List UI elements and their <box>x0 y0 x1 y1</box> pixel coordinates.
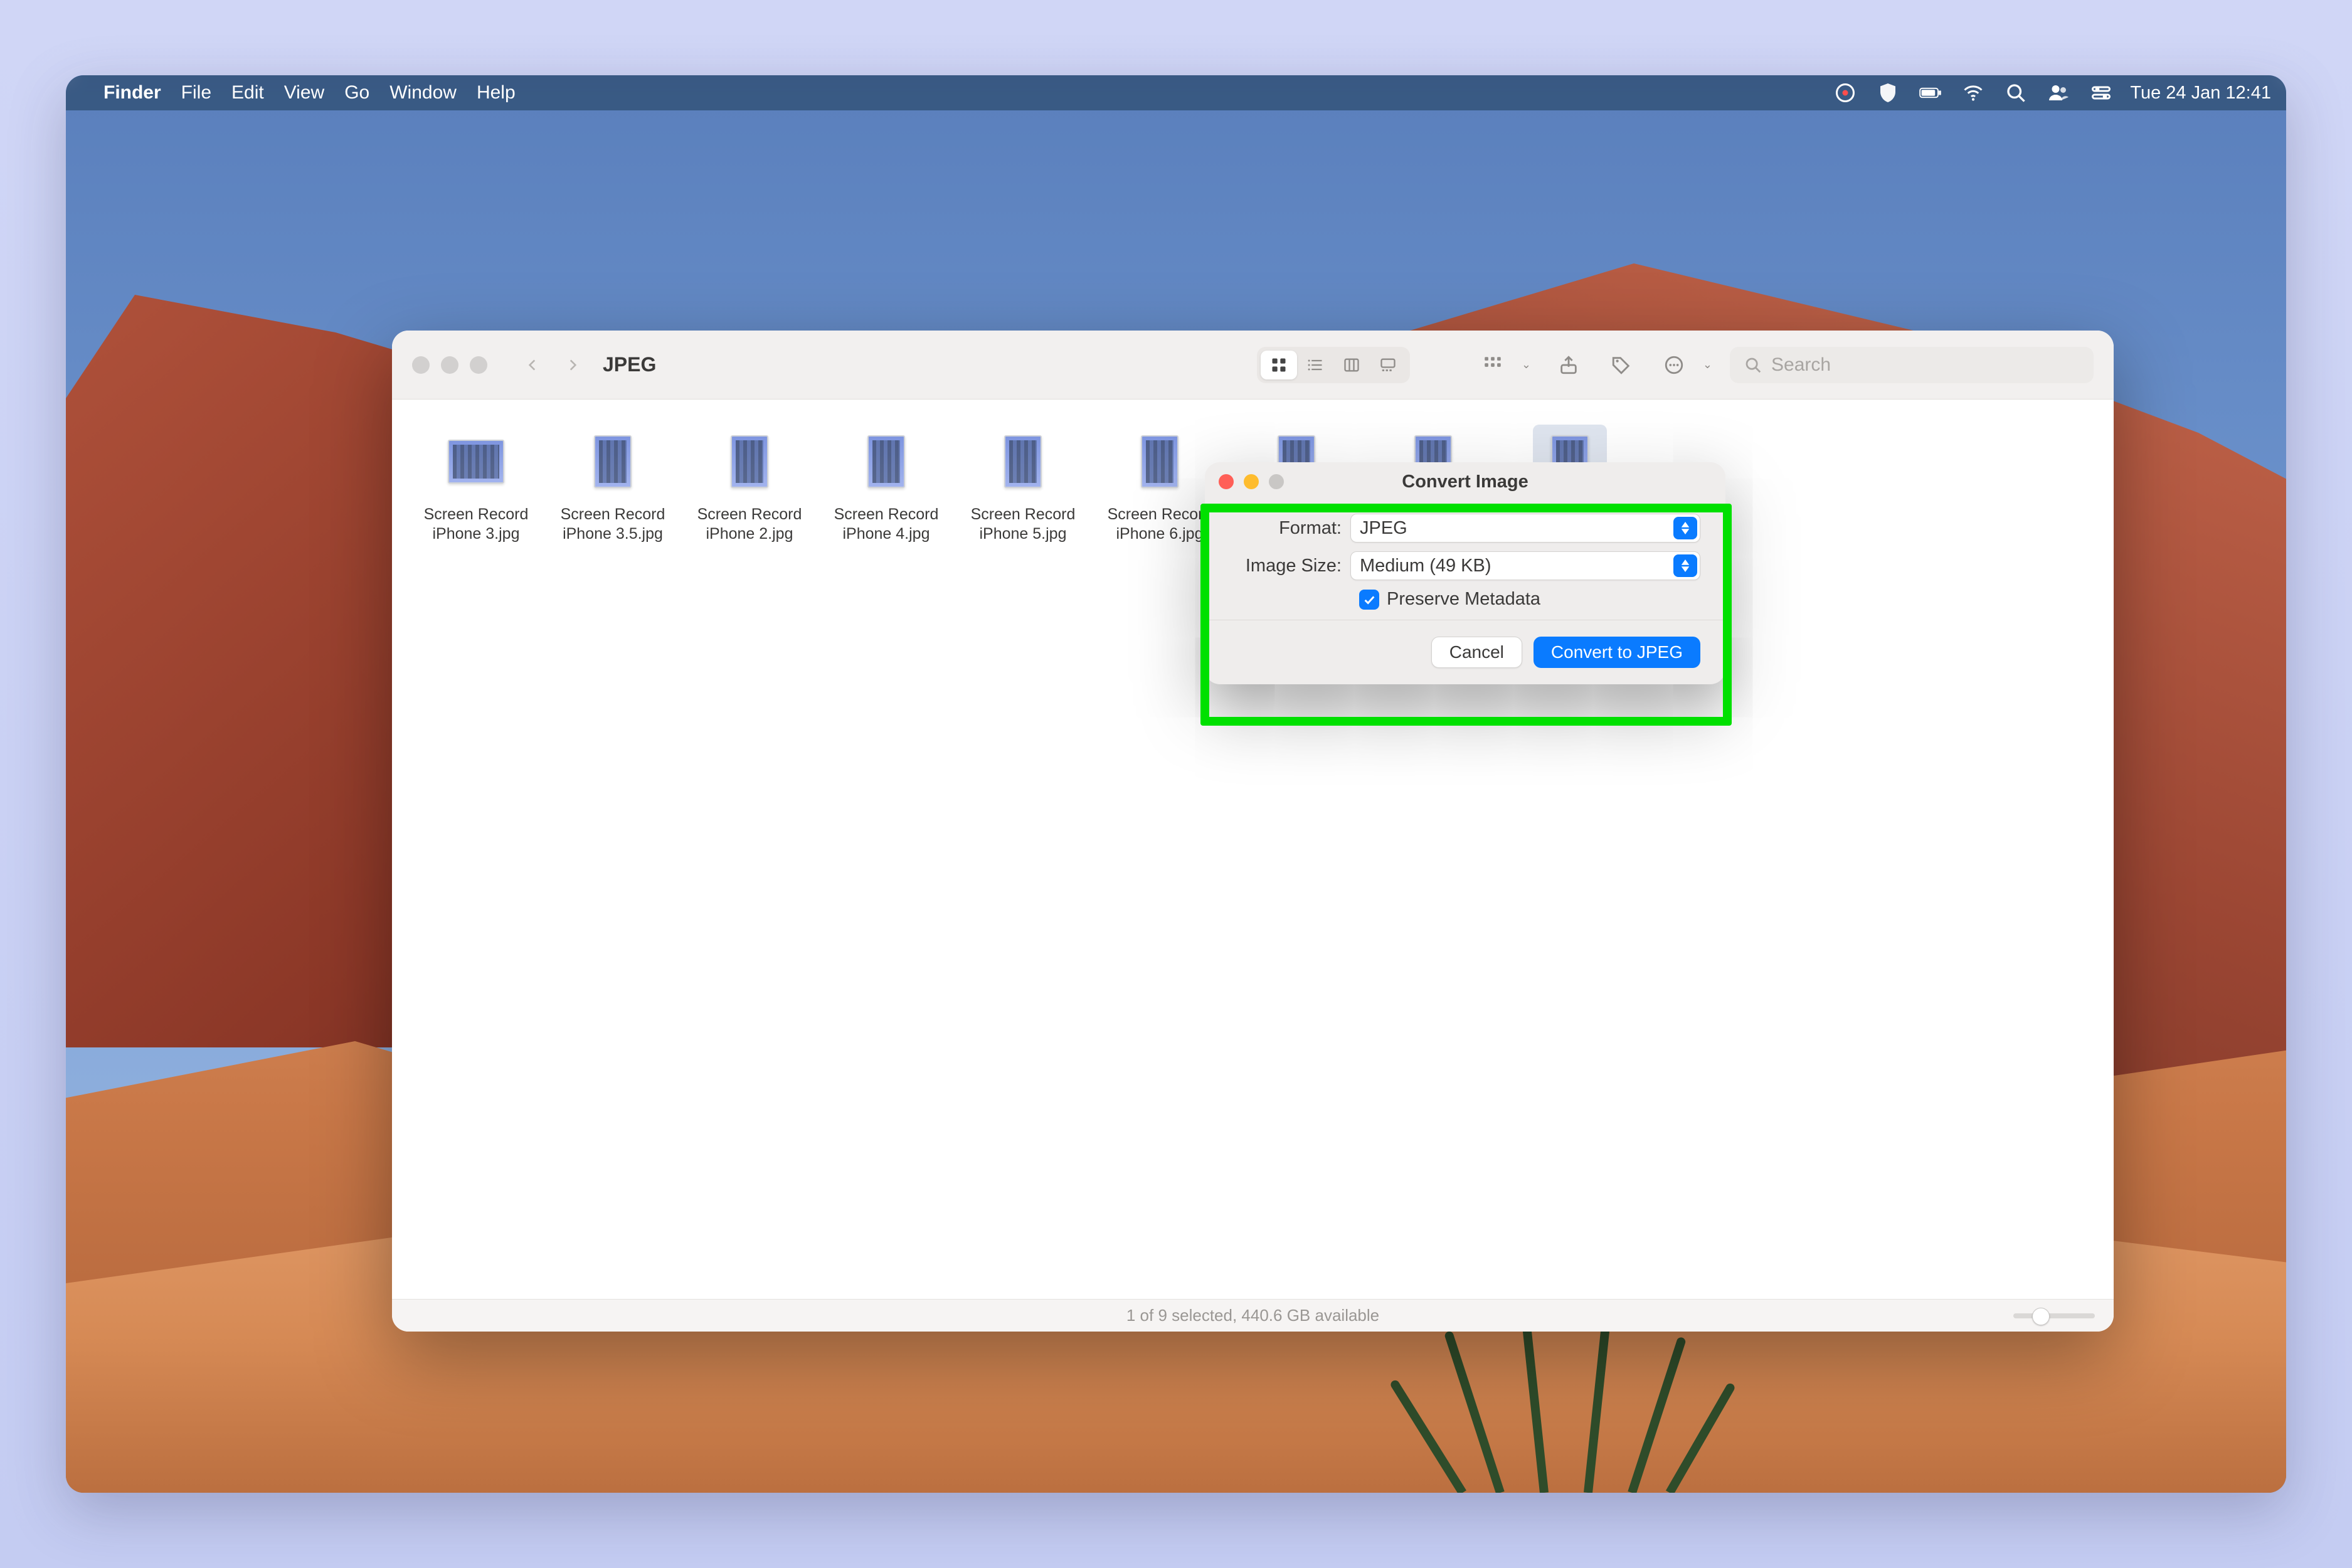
menu-app-name[interactable]: Finder <box>103 82 161 103</box>
status-spotlight-icon[interactable] <box>2005 82 2027 104</box>
file-thumbnail <box>731 435 768 488</box>
convert-image-dialog: Convert Image Format: JPEG Image Size: M… <box>1205 462 1725 684</box>
view-mode-group <box>1257 347 1410 383</box>
preserve-metadata-checkbox[interactable] <box>1359 590 1379 610</box>
format-select[interactable]: JPEG <box>1350 514 1700 543</box>
dialog-titlebar: Convert Image <box>1205 462 1725 501</box>
view-list-button[interactable] <box>1297 351 1333 379</box>
status-screenrecord-icon[interactable] <box>1834 82 1857 104</box>
status-control-center-icon[interactable] <box>2090 82 2112 104</box>
search-field[interactable]: Search <box>1730 347 2094 383</box>
share-button[interactable] <box>1552 351 1585 379</box>
file-thumbnail <box>1004 435 1042 488</box>
view-icons-button[interactable] <box>1261 351 1297 379</box>
file-name: Screen Record iPhone 2.jpg <box>686 505 813 544</box>
file-item[interactable]: Screen Record iPhone 4.jpg <box>820 418 953 551</box>
window-zoom-button[interactable] <box>470 356 487 374</box>
format-label: Format: <box>1230 518 1350 539</box>
search-placeholder: Search <box>1771 354 1831 376</box>
icon-size-slider[interactable] <box>2013 1313 2095 1318</box>
updown-arrows-icon <box>1673 554 1697 577</box>
chevron-down-icon: ⌄ <box>1522 358 1531 371</box>
file-item[interactable]: Screen Record iPhone 3.5.jpg <box>546 418 679 551</box>
group-by-button[interactable] <box>1476 351 1509 379</box>
file-thumbnail <box>867 435 905 488</box>
action-button[interactable] <box>1658 351 1690 379</box>
dialog-zoom-button[interactable] <box>1269 474 1284 489</box>
file-item[interactable]: Screen Record iPhone 3.jpg <box>410 418 543 551</box>
menu-go[interactable]: Go <box>344 82 369 103</box>
menubar-datetime[interactable]: Tue 24 Jan 12:41 <box>2130 83 2271 103</box>
search-icon <box>1744 356 1762 374</box>
image-size-select[interactable]: Medium (49 KB) <box>1350 551 1700 580</box>
menu-file[interactable]: File <box>181 82 211 103</box>
finder-status-text: 1 of 9 selected, 440.6 GB available <box>1126 1306 1379 1325</box>
screenshot-frame: Finder File Edit View Go Window Help Tue… <box>66 75 2286 1493</box>
file-thumbnail <box>448 440 504 484</box>
status-battery-icon[interactable] <box>1919 82 1942 104</box>
image-size-label: Image Size: <box>1230 556 1350 576</box>
finder-title: JPEG <box>603 353 656 376</box>
nav-back-button[interactable] <box>519 351 546 379</box>
menu-view[interactable]: View <box>284 82 324 103</box>
file-name: Screen Record iPhone 3.5.jpg <box>549 505 677 544</box>
convert-button[interactable]: Convert to JPEG <box>1534 637 1700 668</box>
file-item[interactable]: Screen Record iPhone 5.jpg <box>956 418 1089 551</box>
menu-edit[interactable]: Edit <box>231 82 264 103</box>
dialog-title: Convert Image <box>1402 472 1528 492</box>
window-controls <box>412 356 487 374</box>
menu-window[interactable]: Window <box>389 82 457 103</box>
file-name: Screen Record iPhone 5.jpg <box>959 505 1087 544</box>
image-size-value: Medium (49 KB) <box>1360 556 1491 576</box>
status-shield-icon[interactable] <box>1877 82 1899 104</box>
window-minimize-button[interactable] <box>441 356 458 374</box>
dialog-minimize-button[interactable] <box>1244 474 1259 489</box>
window-close-button[interactable] <box>412 356 430 374</box>
menu-help[interactable]: Help <box>477 82 516 103</box>
dialog-close-button[interactable] <box>1219 474 1234 489</box>
chevron-down-icon: ⌄ <box>1703 358 1712 371</box>
cancel-button[interactable]: Cancel <box>1431 637 1522 668</box>
view-gallery-button[interactable] <box>1370 351 1406 379</box>
wallpaper-plant <box>1439 1305 1753 1493</box>
menu-bar: Finder File Edit View Go Window Help Tue… <box>66 75 2286 110</box>
tags-button[interactable] <box>1605 351 1638 379</box>
file-item[interactable]: Screen Record iPhone 2.jpg <box>683 418 816 551</box>
updown-arrows-icon <box>1673 517 1697 539</box>
finder-status-bar: 1 of 9 selected, 440.6 GB available <box>392 1299 2114 1332</box>
finder-toolbar: JPEG ⌄ ⌄ Search <box>392 331 2114 400</box>
file-name: Screen Record iPhone 4.jpg <box>822 505 950 544</box>
status-users-icon[interactable] <box>2047 82 2070 104</box>
status-wifi-icon[interactable] <box>1962 82 1984 104</box>
view-columns-button[interactable] <box>1333 351 1370 379</box>
format-value: JPEG <box>1360 518 1407 539</box>
file-thumbnail <box>1141 435 1179 488</box>
nav-forward-button[interactable] <box>559 351 586 379</box>
file-name: Screen Record iPhone 3.jpg <box>412 505 540 544</box>
file-thumbnail <box>594 435 632 488</box>
preserve-metadata-label: Preserve Metadata <box>1387 589 1540 610</box>
